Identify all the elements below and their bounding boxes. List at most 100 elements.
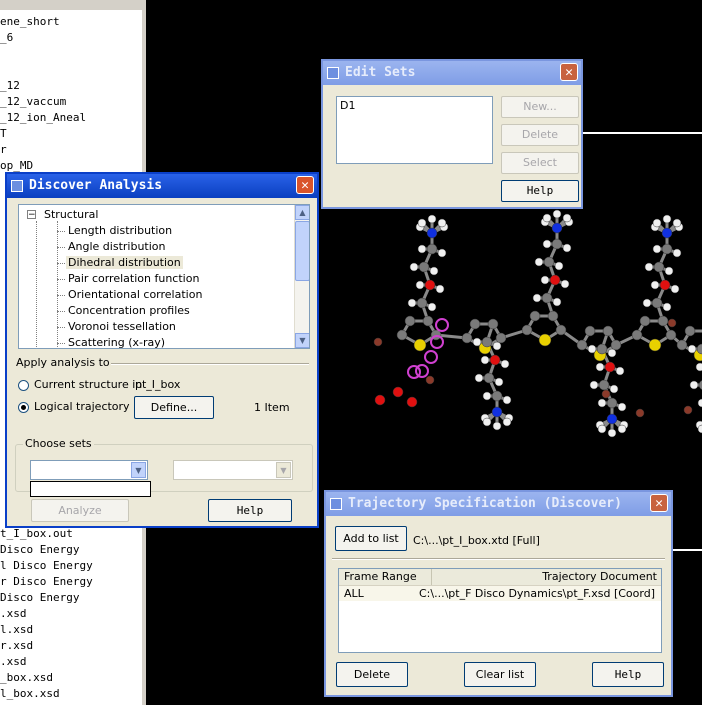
atom[interactable] <box>494 377 504 387</box>
atom[interactable] <box>617 402 627 412</box>
atom[interactable] <box>554 261 564 271</box>
atom[interactable] <box>427 302 437 312</box>
atom[interactable] <box>482 417 492 427</box>
analysis-help-button[interactable]: Help <box>208 499 292 522</box>
atom[interactable] <box>607 348 617 358</box>
analysis-tree[interactable]: − Structural Length distribution Angle di… <box>18 204 310 349</box>
atom[interactable] <box>418 261 430 273</box>
atom[interactable] <box>489 354 501 366</box>
atom[interactable] <box>502 417 512 427</box>
atom[interactable] <box>684 325 696 337</box>
atom[interactable] <box>427 214 437 224</box>
atom[interactable] <box>560 279 570 289</box>
atom[interactable] <box>426 227 438 239</box>
atom[interactable] <box>652 218 662 228</box>
atom[interactable] <box>661 227 673 239</box>
file-list-item[interactable]: _12_ion_Aneal <box>0 110 86 126</box>
atom[interactable] <box>601 389 611 399</box>
atom[interactable] <box>650 280 660 290</box>
atom[interactable] <box>631 329 643 341</box>
atom[interactable] <box>604 361 616 373</box>
atom[interactable] <box>667 318 677 328</box>
file-list-item[interactable]: ene_short <box>0 14 60 30</box>
atom[interactable] <box>491 390 503 402</box>
atom[interactable] <box>409 262 419 272</box>
atom[interactable] <box>425 375 435 385</box>
atom[interactable] <box>416 297 428 309</box>
atom[interactable] <box>687 344 697 354</box>
file-list-item[interactable]: Disco Energy <box>0 542 79 558</box>
atom[interactable] <box>502 395 512 405</box>
atom[interactable] <box>659 279 671 291</box>
set2-combo[interactable]: ▼ <box>173 460 293 480</box>
file-list-item[interactable]: .xsd <box>0 606 27 622</box>
atom[interactable] <box>652 244 662 254</box>
atom[interactable] <box>534 257 544 267</box>
atom[interactable] <box>609 384 619 394</box>
trajectory-spec-titlebar[interactable]: Trajectory Specification (Discover) ✕ <box>326 492 671 516</box>
atom[interactable] <box>417 218 427 228</box>
atom[interactable] <box>662 214 672 224</box>
atom[interactable] <box>543 256 555 268</box>
atom[interactable] <box>584 325 596 337</box>
tree-item[interactable]: Orientational correlation <box>68 288 202 301</box>
atom[interactable] <box>547 310 559 322</box>
atom[interactable] <box>469 318 481 330</box>
atom[interactable] <box>492 421 502 431</box>
tree-root-label[interactable]: Structural <box>44 208 98 221</box>
edit-sets-titlebar[interactable]: Edit Sets ✕ <box>323 61 581 85</box>
atom[interactable] <box>422 315 434 327</box>
file-list-item[interactable]: _6 <box>0 30 13 46</box>
tree-item[interactable]: Angle distribution <box>68 240 166 253</box>
column-frame-range[interactable]: Frame Range <box>339 569 432 585</box>
atom[interactable] <box>552 209 562 219</box>
atom[interactable] <box>672 248 682 258</box>
atom[interactable] <box>644 262 654 272</box>
atom[interactable] <box>407 298 417 308</box>
atom[interactable] <box>549 274 561 286</box>
logical-trajectory-radio[interactable] <box>18 402 29 413</box>
chevron-down-icon[interactable]: ▼ <box>131 462 146 478</box>
atom[interactable] <box>562 213 572 223</box>
file-list-item[interactable]: T <box>0 126 7 142</box>
atom[interactable] <box>538 333 552 347</box>
atom[interactable] <box>606 397 618 409</box>
close-icon[interactable]: ✕ <box>560 63 578 81</box>
atom[interactable] <box>672 218 682 228</box>
atom[interactable] <box>648 338 662 352</box>
atom[interactable] <box>653 261 665 273</box>
atom[interactable] <box>542 239 552 249</box>
atom[interactable] <box>495 332 507 344</box>
atom[interactable] <box>595 362 605 372</box>
file-list-item[interactable]: r Disco Energy <box>0 574 93 590</box>
atom[interactable] <box>491 406 503 418</box>
current-structure-label[interactable]: Current structure in <box>34 378 142 391</box>
delete-trajectory-button[interactable]: Delete <box>336 662 408 687</box>
file-list-item[interactable]: l Disco Energy <box>0 558 93 574</box>
atom[interactable] <box>541 292 553 304</box>
atom[interactable] <box>472 337 482 347</box>
atom[interactable] <box>521 324 533 336</box>
atom[interactable] <box>415 280 425 290</box>
atom[interactable] <box>642 298 652 308</box>
close-icon[interactable]: ✕ <box>296 176 314 194</box>
atom[interactable] <box>437 248 447 258</box>
chevron-down-icon[interactable]: ▼ <box>276 462 291 478</box>
atom[interactable] <box>483 372 495 384</box>
atom[interactable] <box>435 284 445 294</box>
tree-item[interactable]: Scattering (x-ray) <box>68 336 165 348</box>
set1-dropdown-list[interactable] <box>30 481 151 497</box>
file-list-item[interactable]: _12 <box>0 78 20 94</box>
atom[interactable] <box>597 398 607 408</box>
file-list-item[interactable]: .xsd <box>0 654 27 670</box>
atom[interactable] <box>606 413 618 425</box>
atom[interactable] <box>576 339 588 351</box>
atom[interactable] <box>474 373 484 383</box>
atom[interactable] <box>480 355 490 365</box>
discover-analysis-titlebar[interactable]: Discover Analysis ✕ <box>7 174 317 198</box>
atom[interactable] <box>437 218 447 228</box>
file-list-item[interactable]: l_box.xsd <box>0 686 60 702</box>
atom[interactable] <box>429 266 439 276</box>
atom[interactable] <box>551 222 563 234</box>
atom[interactable] <box>482 391 492 401</box>
